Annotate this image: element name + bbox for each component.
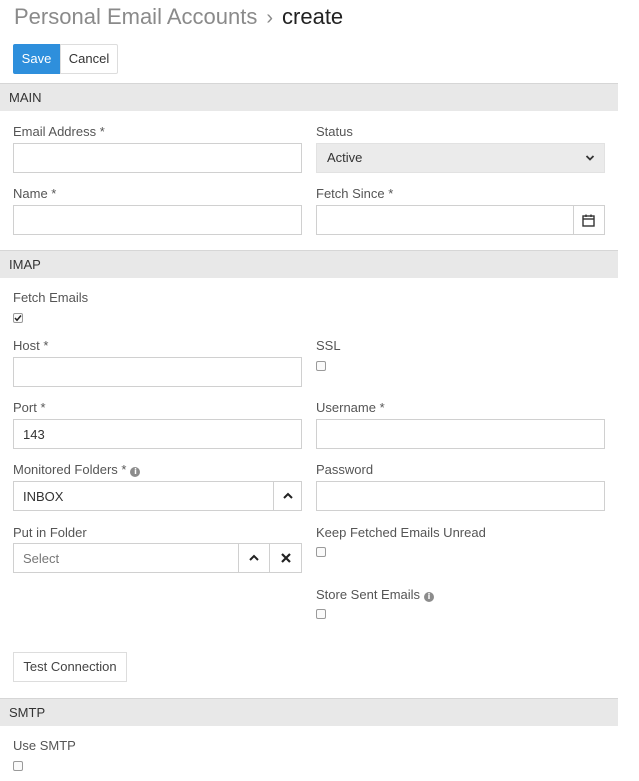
put-in-folder-input[interactable] <box>13 543 239 573</box>
fetch-since-input[interactable] <box>316 205 574 235</box>
breadcrumb-separator: › <box>266 7 274 29</box>
put-in-folder-label: Put in Folder <box>13 525 87 540</box>
calendar-button[interactable] <box>573 205 605 235</box>
breadcrumb: Personal Email Accounts › create <box>14 4 343 32</box>
keep-unread-checkbox[interactable] <box>316 547 326 557</box>
port-input[interactable] <box>13 419 302 449</box>
password-input[interactable] <box>316 481 605 511</box>
put-in-folder-toggle-button[interactable] <box>238 543 270 573</box>
name-label: Name * <box>13 186 57 201</box>
info-icon[interactable]: i <box>130 467 141 477</box>
monitored-folders-input[interactable] <box>13 481 274 511</box>
store-sent-label: Store Sent Emails i <box>316 587 435 602</box>
monitored-folders-label-text: Monitored Folders * <box>13 462 127 477</box>
store-sent-checkbox[interactable] <box>316 609 326 619</box>
fetch-since-label: Fetch Since * <box>316 186 394 201</box>
host-input[interactable] <box>13 357 302 387</box>
test-connection-button[interactable]: Test Connection <box>13 652 127 682</box>
page-title: create <box>282 4 344 29</box>
use-smtp-checkbox[interactable] <box>13 761 23 771</box>
keep-unread-label: Keep Fetched Emails Unread <box>316 525 486 540</box>
save-button[interactable]: Save <box>13 44 60 74</box>
port-label: Port * <box>13 400 46 415</box>
status-selected-value: Active <box>327 150 363 165</box>
fetch-emails-label: Fetch Emails <box>13 290 89 305</box>
info-icon[interactable]: i <box>424 592 435 602</box>
host-label: Host * <box>13 338 49 353</box>
checkmark-icon <box>14 315 22 322</box>
status-select[interactable]: Active <box>316 143 605 173</box>
use-smtp-label: Use SMTP <box>13 738 76 753</box>
close-icon <box>281 553 291 563</box>
name-input[interactable] <box>13 205 302 235</box>
section-header-main: MAIN <box>0 83 618 111</box>
status-label: Status <box>316 124 353 139</box>
put-in-folder-clear-button[interactable] <box>269 543 302 573</box>
email-address-input[interactable] <box>13 143 302 173</box>
monitored-folders-label: Monitored Folders * i <box>13 462 141 477</box>
ssl-checkbox[interactable] <box>316 361 326 371</box>
chevron-down-icon <box>585 155 595 161</box>
store-sent-label-text: Store Sent Emails <box>316 587 421 602</box>
chevron-up-icon <box>283 492 293 499</box>
breadcrumb-parent-link[interactable]: Personal Email Accounts <box>14 4 257 29</box>
section-header-imap: IMAP <box>0 250 618 278</box>
username-input[interactable] <box>316 419 605 449</box>
cancel-button[interactable]: Cancel <box>60 44 118 74</box>
chevron-up-icon <box>249 554 259 561</box>
password-label: Password <box>316 462 374 477</box>
monitored-folders-toggle-button[interactable] <box>273 481 302 511</box>
fetch-emails-checkbox[interactable] <box>13 313 23 323</box>
ssl-label: SSL <box>316 338 341 353</box>
calendar-icon <box>582 214 595 227</box>
username-label: Username * <box>316 400 385 415</box>
email-address-label: Email Address * <box>13 124 105 139</box>
section-header-smtp: SMTP <box>0 698 618 726</box>
